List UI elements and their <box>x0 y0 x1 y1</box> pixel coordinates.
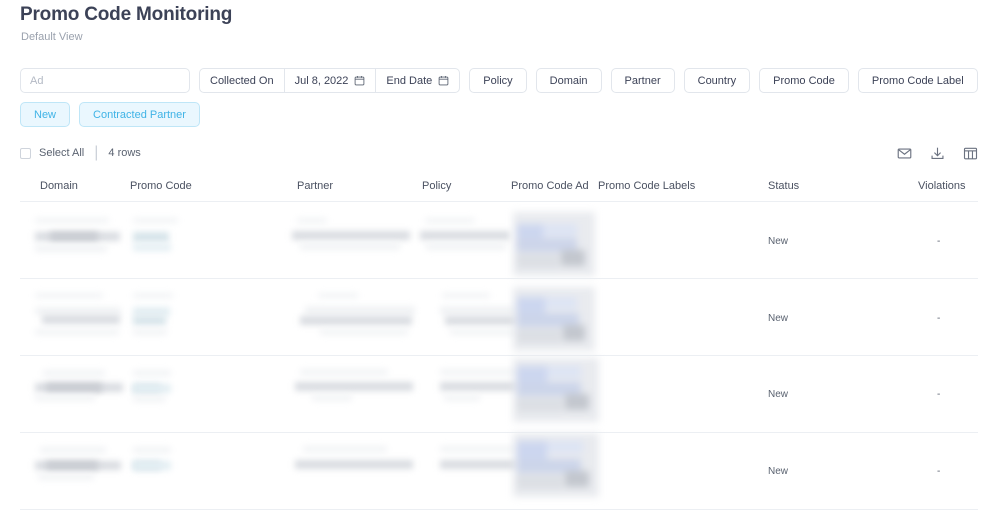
cell-status: New <box>768 236 789 247</box>
select-all-checkbox[interactable] <box>20 147 31 159</box>
column-header-partner[interactable]: Partner <box>297 180 333 192</box>
cell-status: New <box>768 389 789 400</box>
column-header-policy[interactable]: Policy <box>422 180 451 192</box>
select-all-label: Select All <box>39 147 85 159</box>
filter-chip-promo-code-label[interactable]: Promo Code Label <box>857 68 978 93</box>
collected-on-label: Collected On <box>210 74 274 87</box>
table-row[interactable]: New - <box>20 433 978 510</box>
cell-violations: - <box>937 466 941 477</box>
column-header-promo-code-labels[interactable]: Promo Code Labels <box>598 180 695 192</box>
promo-code-monitoring-page: Promo Code Monitoring Default View Colle… <box>0 0 998 521</box>
column-header-promo-code-ad[interactable]: Promo Code Ad <box>511 180 589 192</box>
filter-chip-policy[interactable]: Policy <box>469 68 527 93</box>
date-range-group: Collected On Jul 8, 2022 End Date <box>199 68 461 93</box>
filter-chip-contracted-partner[interactable]: Contracted Partner <box>79 102 200 127</box>
collected-on-value: Jul 8, 2022 <box>294 74 349 87</box>
cell-violations: - <box>937 236 941 247</box>
table-row[interactable]: New - <box>20 202 978 279</box>
cell-status: New <box>768 466 789 477</box>
filter-bar: Collected On Jul 8, 2022 End Date <box>20 68 978 127</box>
cell-violations: - <box>937 389 941 400</box>
end-date-segment[interactable]: End Date <box>375 69 459 92</box>
table-row[interactable]: New - <box>20 356 978 433</box>
column-header-status[interactable]: Status <box>768 180 799 192</box>
table-toolbar: Select All | 4 rows <box>20 144 978 162</box>
filter-chip-new[interactable]: New <box>20 102 71 127</box>
filter-chip-country[interactable]: Country <box>683 68 751 93</box>
filter-chip-promo-code[interactable]: Promo Code <box>759 68 849 93</box>
promo-code-table: Domain Promo Code Partner Policy Promo C… <box>20 176 978 510</box>
cell-status: New <box>768 313 789 324</box>
select-all-group: Select All | 4 rows <box>20 144 141 162</box>
column-header-domain[interactable]: Domain <box>40 180 78 192</box>
cell-violations: - <box>937 313 941 324</box>
rows-count-label: 4 rows <box>108 147 141 159</box>
view-label: Default View <box>21 31 83 43</box>
calendar-icon <box>438 76 449 86</box>
cell-promo-code-ad[interactable] <box>513 212 595 276</box>
column-header-violations[interactable]: Violations <box>918 180 966 192</box>
table-row[interactable]: New - <box>20 279 978 356</box>
table-header-row: Domain Promo Code Partner Policy Promo C… <box>20 176 978 202</box>
cell-promo-code-ad[interactable] <box>513 433 599 497</box>
collected-on-date-segment[interactable]: Jul 8, 2022 <box>283 69 376 92</box>
page-title: Promo Code Monitoring <box>20 4 233 25</box>
collected-on-label-segment[interactable]: Collected On <box>200 69 284 92</box>
toolbar-separator: | <box>94 144 99 161</box>
cell-promo-code-ad[interactable] <box>513 287 595 351</box>
email-icon[interactable] <box>897 146 912 161</box>
filter-chip-domain[interactable]: Domain <box>535 68 602 93</box>
end-date-label: End Date <box>386 74 433 87</box>
download-icon[interactable] <box>930 146 945 161</box>
calendar-icon <box>355 76 365 86</box>
filter-chip-partner[interactable]: Partner <box>610 68 675 93</box>
toolbar-actions <box>897 146 978 161</box>
cell-promo-code-ad[interactable] <box>513 358 599 422</box>
column-header-promo-code[interactable]: Promo Code <box>130 180 192 192</box>
ad-search-input[interactable] <box>20 68 190 93</box>
columns-icon[interactable] <box>963 146 978 161</box>
